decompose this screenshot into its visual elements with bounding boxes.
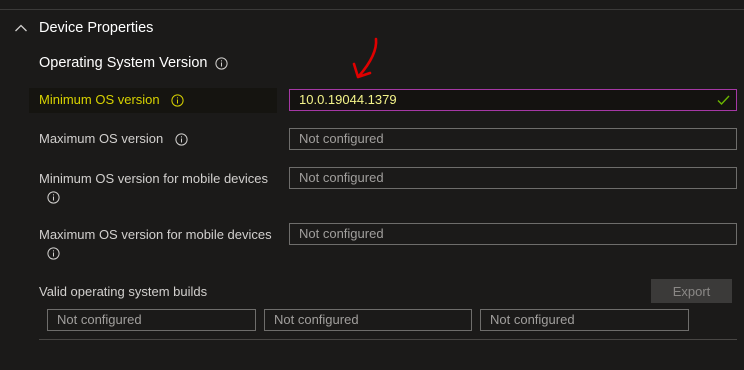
min-os-mobile-label: Minimum OS version for mobile devices — [39, 170, 268, 206]
top-divider — [0, 9, 744, 10]
info-icon[interactable] — [47, 191, 60, 204]
red-arrow-annotation — [352, 37, 378, 79]
min-os-version-value: 10.0.19044.1379 — [299, 92, 397, 107]
max-os-version-input[interactable]: Not configured — [289, 128, 737, 150]
info-icon[interactable] — [215, 56, 229, 70]
max-os-mobile-placeholder: Not configured — [299, 226, 384, 241]
min-os-version-input[interactable]: 10.0.19044.1379 — [289, 89, 737, 111]
info-icon[interactable] — [47, 247, 60, 260]
valid-builds-label: Valid operating system builds — [39, 284, 208, 299]
min-os-mobile-label-text: Minimum OS version for mobile devices — [39, 171, 269, 186]
build-input-3[interactable]: Not configured — [480, 309, 689, 331]
device-properties-header[interactable]: Device Properties — [14, 16, 153, 40]
bottom-divider — [39, 339, 737, 340]
min-os-version-label: Minimum OS version — [39, 91, 184, 109]
build-input-2-placeholder: Not configured — [274, 312, 359, 327]
max-os-mobile-label: Maximum OS version for mobile devices — [39, 226, 272, 262]
section-title: Device Properties — [39, 20, 154, 36]
build-input-1[interactable]: Not configured — [47, 309, 256, 331]
build-input-1-placeholder: Not configured — [57, 312, 142, 327]
min-os-version-label-text: Minimum OS version — [39, 92, 160, 107]
max-os-version-label-text: Maximum OS version — [39, 131, 164, 146]
max-os-mobile-label-text: Maximum OS version for mobile devices — [39, 227, 272, 242]
info-icon[interactable] — [171, 94, 184, 107]
checkmark-icon — [717, 95, 730, 106]
max-os-version-placeholder: Not configured — [299, 131, 384, 146]
max-os-version-label: Maximum OS version — [39, 130, 188, 148]
info-icon[interactable] — [175, 133, 188, 146]
min-os-mobile-placeholder: Not configured — [299, 170, 384, 185]
build-input-3-placeholder: Not configured — [490, 312, 575, 327]
max-os-mobile-input[interactable]: Not configured — [289, 223, 737, 245]
chevron-up-icon — [15, 24, 27, 32]
build-input-2[interactable]: Not configured — [264, 309, 472, 331]
group-title-text: Operating System Version — [39, 55, 208, 71]
export-button[interactable]: Export — [651, 279, 732, 303]
group-title: Operating System Version — [39, 55, 229, 71]
min-os-mobile-input[interactable]: Not configured — [289, 167, 737, 189]
